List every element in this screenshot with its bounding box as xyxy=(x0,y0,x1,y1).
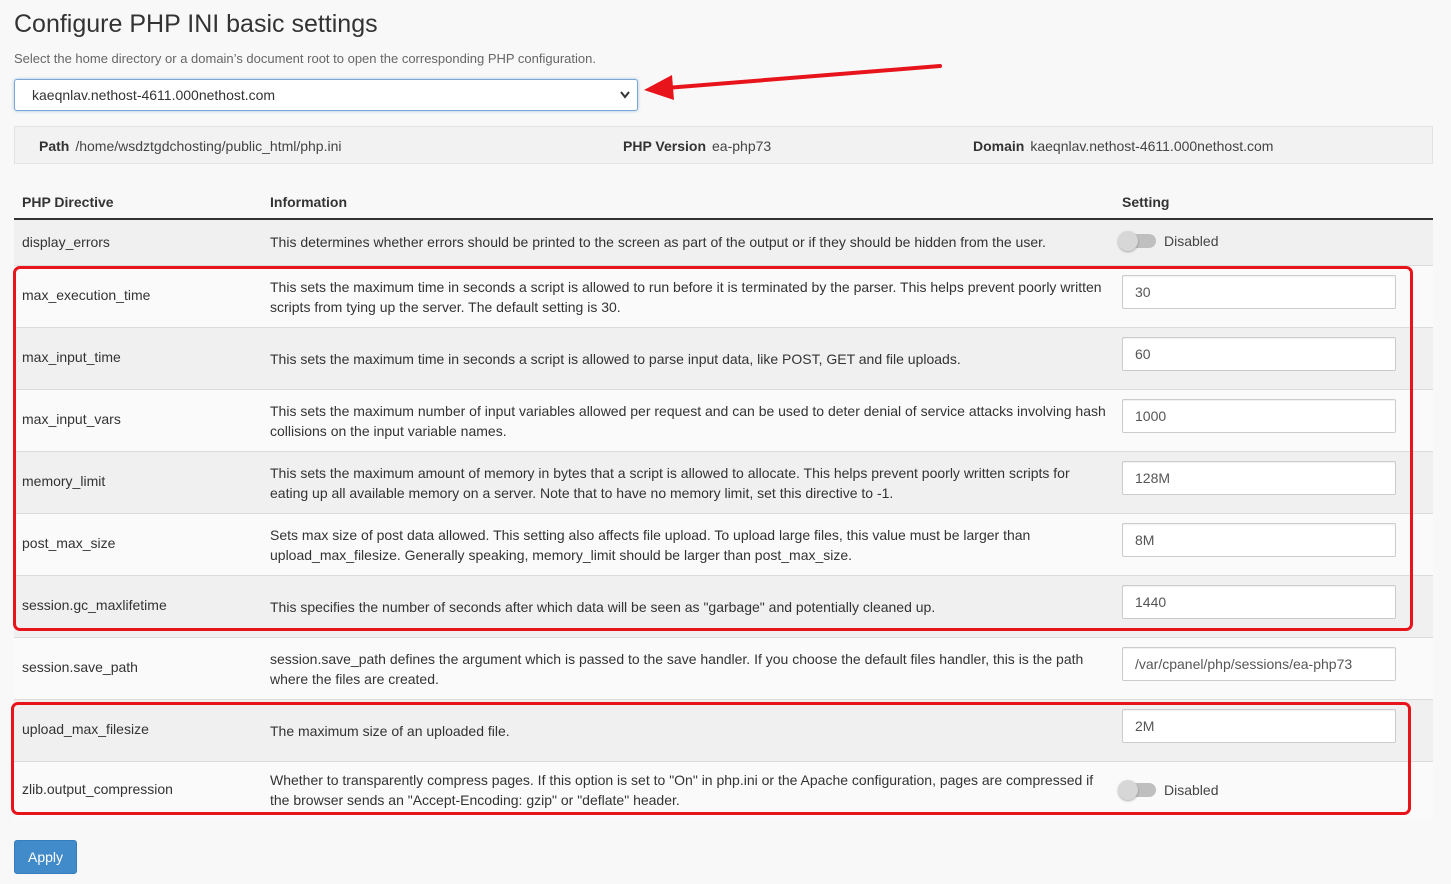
highlight-box-annotation xyxy=(13,266,1413,631)
highlight-box-annotation xyxy=(11,702,1411,815)
table-row: session.save_path session.save_path defi… xyxy=(14,638,1433,700)
path-label: Path xyxy=(39,138,70,154)
path-info: Path/home/wsdztgdchosting/public_html/ph… xyxy=(39,127,342,165)
page-title: Configure PHP INI basic settings xyxy=(14,10,378,38)
apply-button[interactable]: Apply xyxy=(14,840,77,874)
session-save-path-input[interactable]: /var/cpanel/php/sessions/ea-php73 xyxy=(1122,647,1396,681)
php-version-value: ea-php73 xyxy=(712,138,772,154)
directive-name: session.save_path xyxy=(22,659,138,675)
header-setting: Setting xyxy=(1122,194,1170,210)
domain-select[interactable]: kaeqnlav.nethost-4611.000nethost.com xyxy=(14,79,638,111)
domain-value: kaeqnlav.nethost-4611.000nethost.com xyxy=(1030,138,1274,154)
chevron-down-icon xyxy=(619,80,631,121)
php-version-label: PHP Version xyxy=(623,138,707,154)
php-version-info: PHP Version ea-php73 xyxy=(623,127,771,165)
directive-info: This determines whether errors should be… xyxy=(270,234,1046,250)
red-arrow-annotation xyxy=(644,64,942,100)
path-value: /home/wsdztgdchosting/public_html/php.in… xyxy=(75,138,342,154)
directive-info: session.save_path defines the argument w… xyxy=(270,651,1084,687)
domain-select-value: kaeqnlav.nethost-4611.000nethost.com xyxy=(32,87,276,103)
domain-label: Domain xyxy=(973,138,1025,154)
display-errors-toggle[interactable]: Disabled xyxy=(1118,231,1219,251)
toggle-switch[interactable] xyxy=(1118,231,1156,251)
php-info-bar: Path/home/wsdztgdchosting/public_html/ph… xyxy=(14,126,1433,164)
directive-name: display_errors xyxy=(22,234,110,250)
header-directive: PHP Directive xyxy=(22,194,114,210)
header-information: Information xyxy=(270,194,347,210)
domain-info: Domain kaeqnlav.nethost-4611.000nethost.c… xyxy=(973,127,1273,165)
table-row: display_errors This determines whether e… xyxy=(14,220,1433,266)
toggle-state-label: Disabled xyxy=(1164,233,1219,249)
table-header: PHP Directive Information Setting xyxy=(14,186,1433,220)
page-subtitle: Select the home directory or a domain’s … xyxy=(14,51,596,66)
